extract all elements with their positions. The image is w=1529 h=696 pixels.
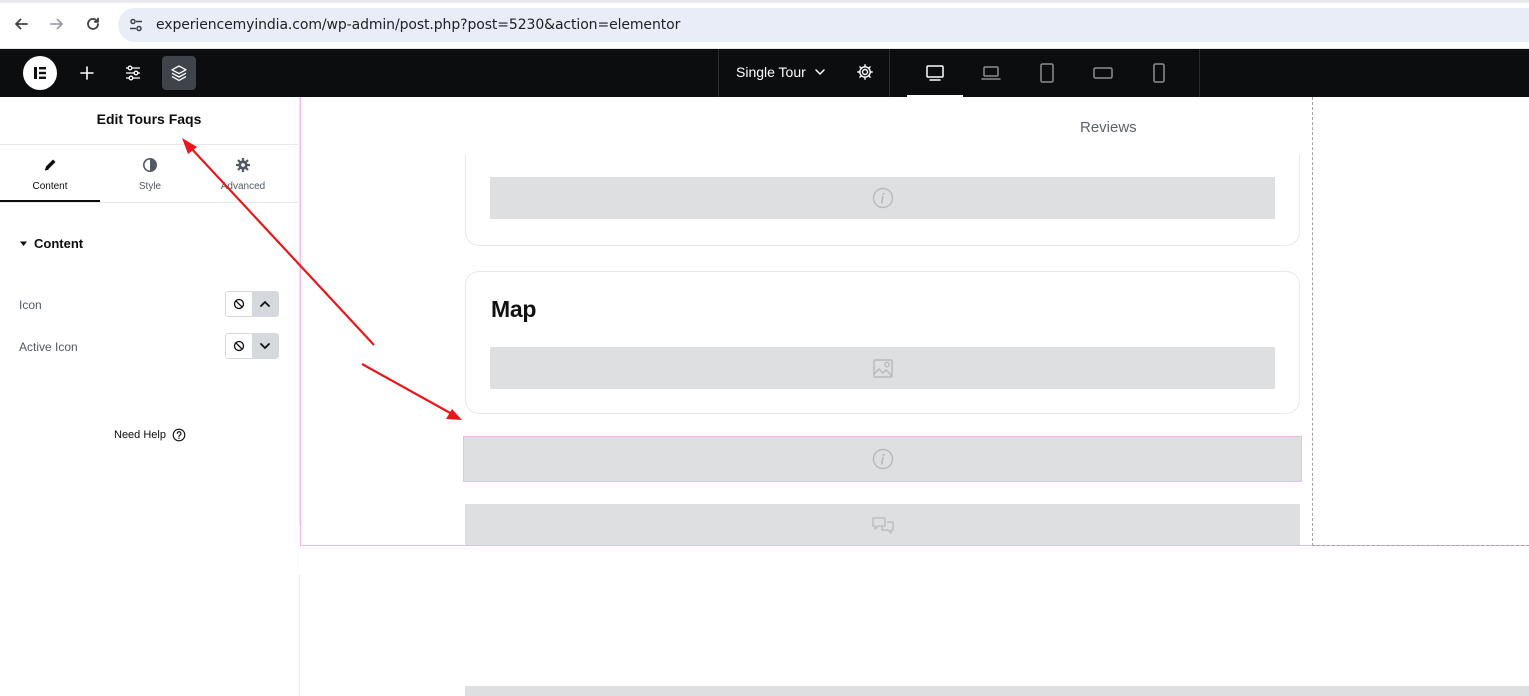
elementor-logo-icon [34,67,46,79]
control-label-active-icon: Active Icon [19,340,78,354]
tab-style[interactable]: Style [100,145,200,202]
mobile-icon [1153,63,1165,83]
tab-strip-edge [0,0,1529,3]
divider [889,49,890,97]
map-card[interactable]: Map [465,271,1300,414]
device-tablet-landscape-button[interactable] [1075,49,1131,97]
divider [0,202,298,203]
section-toggle-content[interactable]: Content [19,236,83,251]
half-circle-icon [143,158,157,172]
tab-label: Style [138,181,162,192]
content-card[interactable] [465,155,1300,246]
address-bar[interactable]: experiencemyindia.com/wp-admin/post.php?… [118,8,1529,42]
device-laptop-button[interactable] [963,49,1019,97]
question-circle-icon [172,428,186,442]
tab-label: Advanced [220,181,266,192]
map-title: Map [491,296,537,322]
browser-toolbar: experiencemyindia.com/wp-admin/post.php?… [0,0,1529,49]
reviews-widget-placeholder[interactable] [465,504,1300,545]
back-button[interactable] [9,12,33,36]
laptop-icon [981,66,1001,80]
editor-panel: Edit Tours Faqs Content Style Advanced C… [0,97,300,696]
chevron-down-icon [815,69,825,75]
panel-title: Edit Tours Faqs [96,111,202,127]
reload-button[interactable] [81,12,105,36]
section-title: Content [34,236,84,251]
document-controls: Single Tour [718,49,1200,97]
pencil-icon [44,159,56,171]
ban-icon [233,340,245,352]
map-widget-placeholder[interactable] [490,347,1275,389]
widget-placeholder[interactable] [465,686,1529,696]
forward-button[interactable] [45,12,69,36]
device-desktop-button[interactable] [907,49,963,97]
ban-icon [233,298,245,310]
template-selector[interactable]: Single Tour [736,64,826,80]
plus-icon [80,66,94,80]
layers-icon [171,65,187,82]
arrow-right-icon [50,18,63,30]
tune-icon[interactable] [128,17,144,33]
control-label-icon: Icon [19,298,42,312]
info-icon [872,448,893,470]
page-settings-button[interactable] [856,63,874,86]
device-mobile-button[interactable] [1131,49,1187,97]
preview-canvas: Reviews Map [300,97,1529,696]
url-text: experiencemyindia.com/wp-admin/post.php?… [156,17,681,33]
selected-icon-option[interactable] [251,334,278,358]
reviews-label[interactable]: Reviews [1080,119,1137,136]
widget-placeholder[interactable] [490,177,1275,219]
column-guide [1312,545,1529,546]
site-settings-button[interactable] [116,56,150,90]
tab-label: Content [32,181,68,192]
tablet-landscape-icon [1093,67,1113,79]
structure-button[interactable] [162,56,196,90]
tablet-icon [1040,63,1054,83]
icon-picker[interactable] [225,291,279,317]
selected-faq-widget[interactable] [463,436,1302,482]
desktop-icon [926,65,944,81]
selected-icon-option[interactable] [251,292,278,316]
add-element-button[interactable] [70,56,104,90]
reload-icon [87,17,99,30]
need-help-label: Need Help [114,429,166,441]
tab-content[interactable]: Content [0,145,100,202]
chevron-up-icon [260,301,271,307]
elementor-top-bar: Single Tour [0,49,1529,97]
map-image-icon [872,359,893,378]
none-option[interactable] [226,334,252,358]
template-name: Single Tour [736,64,806,80]
chevron-down-icon [260,343,271,349]
sliders-icon [126,65,140,81]
none-option[interactable] [226,292,252,316]
caret-down-icon [20,241,27,246]
chat-bubbles-icon [871,516,894,534]
info-icon [872,187,893,209]
gear-icon [236,158,250,172]
section-outline [300,97,301,546]
gear-icon [857,64,873,80]
column-guide [1312,97,1313,546]
need-help-link[interactable]: Need Help [114,428,186,442]
tab-advanced[interactable]: Advanced [193,145,293,202]
elementor-logo[interactable] [23,56,57,90]
device-tablet-button[interactable] [1019,49,1075,97]
active-icon-picker[interactable] [225,333,279,359]
arrow-left-icon [15,18,28,30]
